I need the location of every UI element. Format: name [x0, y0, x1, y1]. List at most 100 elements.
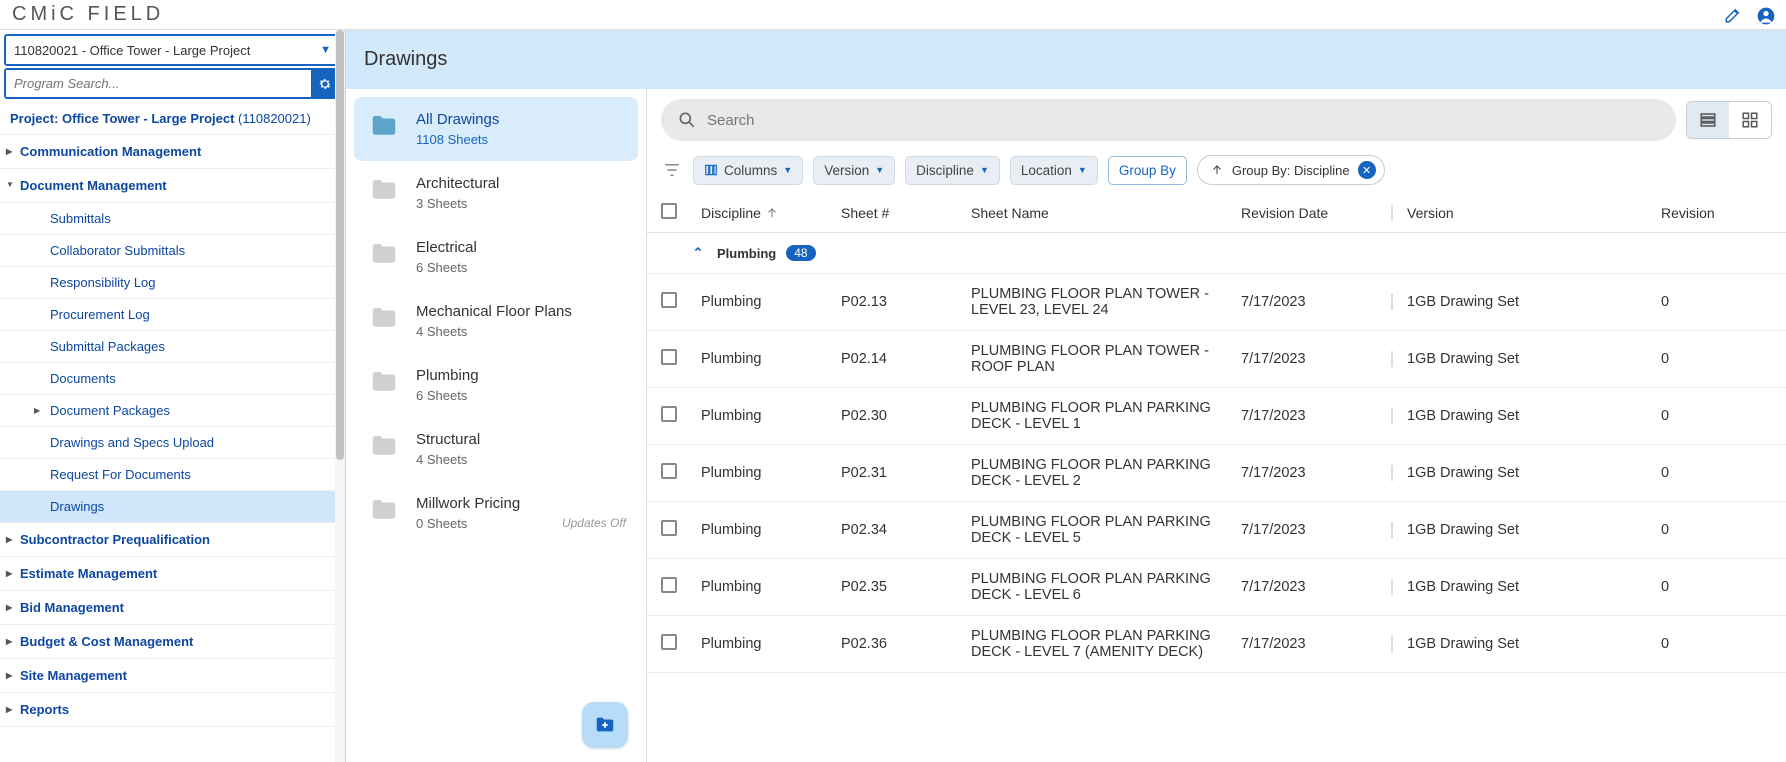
table-row[interactable]: PlumbingP02.30PLUMBING FLOOR PLAN PARKIN… [647, 388, 1786, 445]
nav-bid-management[interactable]: Bid Management [0, 591, 345, 625]
cell-sheet-name: PLUMBING FLOOR PLAN PARKING DECK - LEVEL… [971, 457, 1241, 489]
group-row-plumbing[interactable]: ⌃ Plumbing 48 [647, 233, 1786, 274]
project-select[interactable]: 110820021 - Office Tower - Large Project… [4, 34, 341, 66]
folder-millwork[interactable]: Millwork Pricing 0 Sheets Updates Off [354, 481, 638, 545]
nav-documents[interactable]: Documents [0, 363, 345, 395]
nav-submittal-packages[interactable]: Submittal Packages [0, 331, 345, 363]
grid-view-button[interactable] [1729, 102, 1771, 138]
row-checkbox[interactable] [661, 292, 677, 308]
table-row[interactable]: PlumbingP02.36PLUMBING FLOOR PLAN PARKIN… [647, 616, 1786, 673]
cell-revision-date: 7/17/2023 [1241, 351, 1391, 367]
cell-discipline: Plumbing [701, 465, 841, 481]
version-filter[interactable]: Version▼ [813, 156, 895, 185]
nav-site-management[interactable]: Site Management [0, 659, 345, 693]
remove-chip-icon[interactable]: ✕ [1358, 161, 1376, 179]
folder-icon [366, 239, 402, 269]
nav-procurement-log[interactable]: Procurement Log [0, 299, 345, 331]
table-row[interactable]: PlumbingP02.14PLUMBING FLOOR PLAN TOWER … [647, 331, 1786, 388]
cell-version: 1GB Drawing Set [1391, 636, 1651, 652]
cell-sheet-name: PLUMBING FLOOR PLAN TOWER - ROOF PLAN [971, 343, 1241, 375]
cell-sheet-num: P02.13 [841, 294, 971, 310]
add-folder-button[interactable] [582, 702, 628, 748]
folder-mechanical[interactable]: Mechanical Floor Plans 4 Sheets [354, 289, 638, 353]
cell-version: 1GB Drawing Set [1391, 465, 1651, 481]
nav-reports[interactable]: Reports [0, 693, 345, 727]
nav-drawings[interactable]: Drawings [0, 491, 345, 523]
collapse-icon[interactable]: ⌃ [689, 245, 707, 261]
program-search-input[interactable] [6, 70, 311, 97]
search-icon [677, 110, 697, 130]
list-view-button[interactable] [1687, 102, 1729, 138]
select-all-checkbox[interactable] [661, 203, 677, 219]
nav-document-packages[interactable]: Document Packages [0, 395, 345, 427]
groupby-chip[interactable]: Group By: Discipline ✕ [1197, 155, 1385, 185]
folder-all-drawings[interactable]: All Drawings 1108 Sheets [354, 97, 638, 161]
folder-structural[interactable]: Structural 4 Sheets [354, 417, 638, 481]
col-sheet-num[interactable]: Sheet # [841, 205, 971, 221]
chevron-down-icon: ▼ [320, 44, 331, 56]
folder-icon [366, 303, 402, 333]
col-version[interactable]: Version [1391, 205, 1651, 221]
nav-request-for-documents[interactable]: Request For Documents [0, 459, 345, 491]
col-discipline[interactable]: Discipline [701, 205, 761, 221]
cell-discipline: Plumbing [701, 408, 841, 424]
table-row[interactable]: PlumbingP02.34PLUMBING FLOOR PLAN PARKIN… [647, 502, 1786, 559]
nav-collaborator-submittals[interactable]: Collaborator Submittals [0, 235, 345, 267]
folder-meta: 6 Sheets [416, 260, 626, 275]
row-checkbox[interactable] [661, 634, 677, 650]
user-icon[interactable] [1756, 6, 1774, 24]
edit-icon[interactable] [1724, 6, 1742, 24]
nav-communication-management[interactable]: Communication Management [0, 135, 345, 169]
row-checkbox[interactable] [661, 349, 677, 365]
drawings-search[interactable] [661, 99, 1676, 141]
nav-budget-cost-management[interactable]: Budget & Cost Management [0, 625, 345, 659]
cell-version: 1GB Drawing Set [1391, 522, 1651, 538]
row-checkbox[interactable] [661, 406, 677, 422]
folder-name: Mechanical Floor Plans [416, 303, 626, 320]
cell-revision: 0 [1651, 408, 1772, 424]
columns-button[interactable]: Columns▼ [693, 156, 803, 185]
discipline-filter[interactable]: Discipline▼ [905, 156, 1000, 185]
table-row[interactable]: PlumbingP02.13PLUMBING FLOOR PLAN TOWER … [647, 274, 1786, 331]
folder-architectural[interactable]: Architectural 3 Sheets [354, 161, 638, 225]
folder-name: Millwork Pricing [416, 495, 626, 512]
folder-meta: 6 Sheets [416, 388, 626, 403]
cell-sheet-name: PLUMBING FLOOR PLAN PARKING DECK - LEVEL… [971, 571, 1241, 603]
cell-version: 1GB Drawing Set [1391, 351, 1651, 367]
row-checkbox[interactable] [661, 463, 677, 479]
app-brand: CMiC FIELD [12, 3, 164, 26]
cell-revision: 0 [1651, 294, 1772, 310]
project-label: Project: Office Tower - Large Project (1… [0, 103, 345, 135]
table-row[interactable]: PlumbingP02.31PLUMBING FLOOR PLAN PARKIN… [647, 445, 1786, 502]
nav-estimate-management[interactable]: Estimate Management [0, 557, 345, 591]
cell-revision: 0 [1651, 465, 1772, 481]
cell-revision-date: 7/17/2023 [1241, 294, 1391, 310]
nav-drawings-specs-upload[interactable]: Drawings and Specs Upload [0, 427, 345, 459]
row-checkbox[interactable] [661, 520, 677, 536]
nav-responsibility-log[interactable]: Responsibility Log [0, 267, 345, 299]
location-filter[interactable]: Location▼ [1010, 156, 1098, 185]
cell-revision-date: 7/17/2023 [1241, 408, 1391, 424]
folder-plumbing[interactable]: Plumbing 6 Sheets [354, 353, 638, 417]
col-revision[interactable]: Revision [1651, 205, 1772, 221]
cell-version: 1GB Drawing Set [1391, 294, 1651, 310]
nav-document-management[interactable]: Document Management [0, 169, 345, 203]
folder-name: All Drawings [416, 111, 626, 128]
groupby-button[interactable]: Group By [1108, 156, 1187, 185]
row-checkbox[interactable] [661, 577, 677, 593]
arrow-up-icon [1210, 163, 1224, 177]
group-count-badge: 48 [786, 245, 815, 261]
sort-asc-icon [765, 206, 779, 220]
table-row[interactable]: PlumbingP02.35PLUMBING FLOOR PLAN PARKIN… [647, 559, 1786, 616]
drawings-search-input[interactable] [707, 112, 1660, 129]
nav-subcontractor-prequalification[interactable]: Subcontractor Prequalification [0, 523, 345, 557]
sidebar-scrollbar[interactable] [335, 30, 345, 762]
folder-electrical[interactable]: Electrical 6 Sheets [354, 225, 638, 289]
col-sheet-name[interactable]: Sheet Name [971, 205, 1241, 221]
folder-meta: 1108 Sheets [416, 132, 626, 147]
nav-submittals[interactable]: Submittals [0, 203, 345, 235]
col-revision-date[interactable]: Revision Date [1241, 205, 1391, 221]
filter-icon[interactable] [661, 159, 683, 181]
cell-sheet-num: P02.14 [841, 351, 971, 367]
cell-version: 1GB Drawing Set [1391, 579, 1651, 595]
